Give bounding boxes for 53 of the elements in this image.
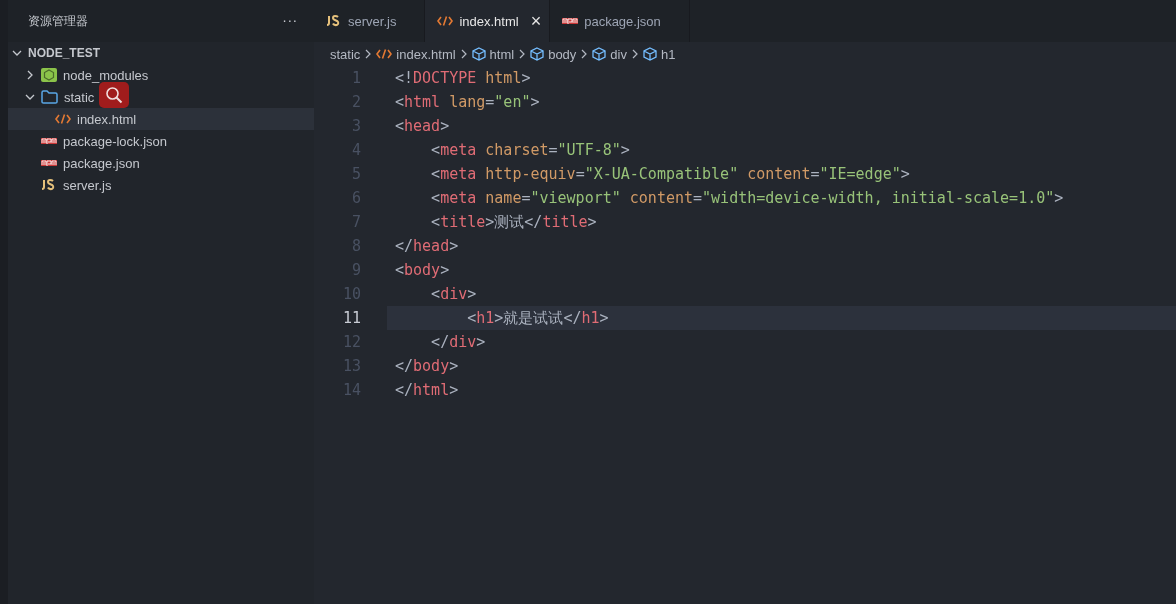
file-tree-item[interactable]: node_modules	[8, 64, 314, 86]
npm-icon	[41, 160, 57, 166]
editor-tab[interactable]: index.html ×	[425, 0, 551, 42]
search-icon	[105, 86, 123, 104]
code-line: <!DOCTYPE html>	[394, 68, 532, 89]
more-actions-button[interactable]: ···	[282, 13, 298, 29]
cube-icon	[471, 47, 486, 61]
breadcrumb-item[interactable]: static	[330, 46, 361, 62]
chevron-right-icon	[459, 49, 468, 59]
code-line: </html>	[394, 380, 460, 401]
chevron-right-icon[interactable]	[25, 70, 35, 80]
file-tree-item[interactable]: package.json	[8, 152, 314, 174]
js-file-icon	[41, 179, 57, 191]
code-brackets-icon	[376, 48, 393, 60]
code-line: <div>	[430, 284, 478, 305]
code-brackets-icon	[437, 15, 454, 27]
code-line: <body>	[394, 260, 451, 281]
search-button[interactable]	[99, 82, 129, 108]
js-file-icon	[326, 15, 342, 27]
cube-icon	[643, 47, 657, 61]
cube-icon	[530, 47, 545, 61]
project-folder[interactable]: NODE_TEST	[8, 42, 314, 64]
code-line: <title>测试</title>	[430, 212, 598, 233]
breadcrumb-item[interactable]: div	[610, 46, 627, 62]
code-line: </div>	[430, 332, 487, 353]
chevron-right-icon	[580, 49, 589, 59]
breadcrumb-item[interactable]: body	[548, 46, 577, 62]
code-brackets-icon	[55, 113, 71, 125]
chevron-down-icon[interactable]	[12, 48, 22, 58]
code-line: </body>	[394, 356, 460, 377]
npm-icon	[562, 18, 579, 24]
code-line: <meta charset="UTF-8">	[430, 140, 631, 161]
code-line: <meta name="viewport" content="width=device-width, initial-scale=1.0">	[430, 188, 1065, 209]
code-line: <meta http-equiv="X-UA-Compatible" content="IE=edge">	[430, 164, 911, 185]
breadcrumb-item[interactable]: h1	[661, 46, 676, 62]
sidebar-title: 资源管理器	[28, 12, 88, 30]
breadcrumb-item[interactable]: index.html	[396, 46, 456, 62]
breadcrumb-item[interactable]: html	[489, 46, 515, 62]
code-line: </head>	[394, 236, 460, 257]
chevron-down-icon[interactable]	[25, 92, 35, 102]
code-line: <html lang="en">	[394, 92, 541, 113]
cube-icon	[592, 47, 607, 61]
file-tree-item[interactable]: static	[8, 86, 314, 108]
chevron-right-icon	[631, 49, 639, 59]
file-tree-item[interactable]: index.html	[8, 108, 314, 130]
line-number: 11	[341, 309, 362, 327]
file-tree-item[interactable]: package-lock.json	[8, 130, 314, 152]
chevron-right-icon	[364, 49, 373, 59]
npm-icon	[41, 138, 57, 144]
close-tab-button[interactable]: ×	[530, 10, 542, 32]
chevron-right-icon	[518, 49, 527, 59]
code-line: <head>	[394, 116, 451, 137]
file-tree-item[interactable]: server.js	[8, 174, 314, 196]
